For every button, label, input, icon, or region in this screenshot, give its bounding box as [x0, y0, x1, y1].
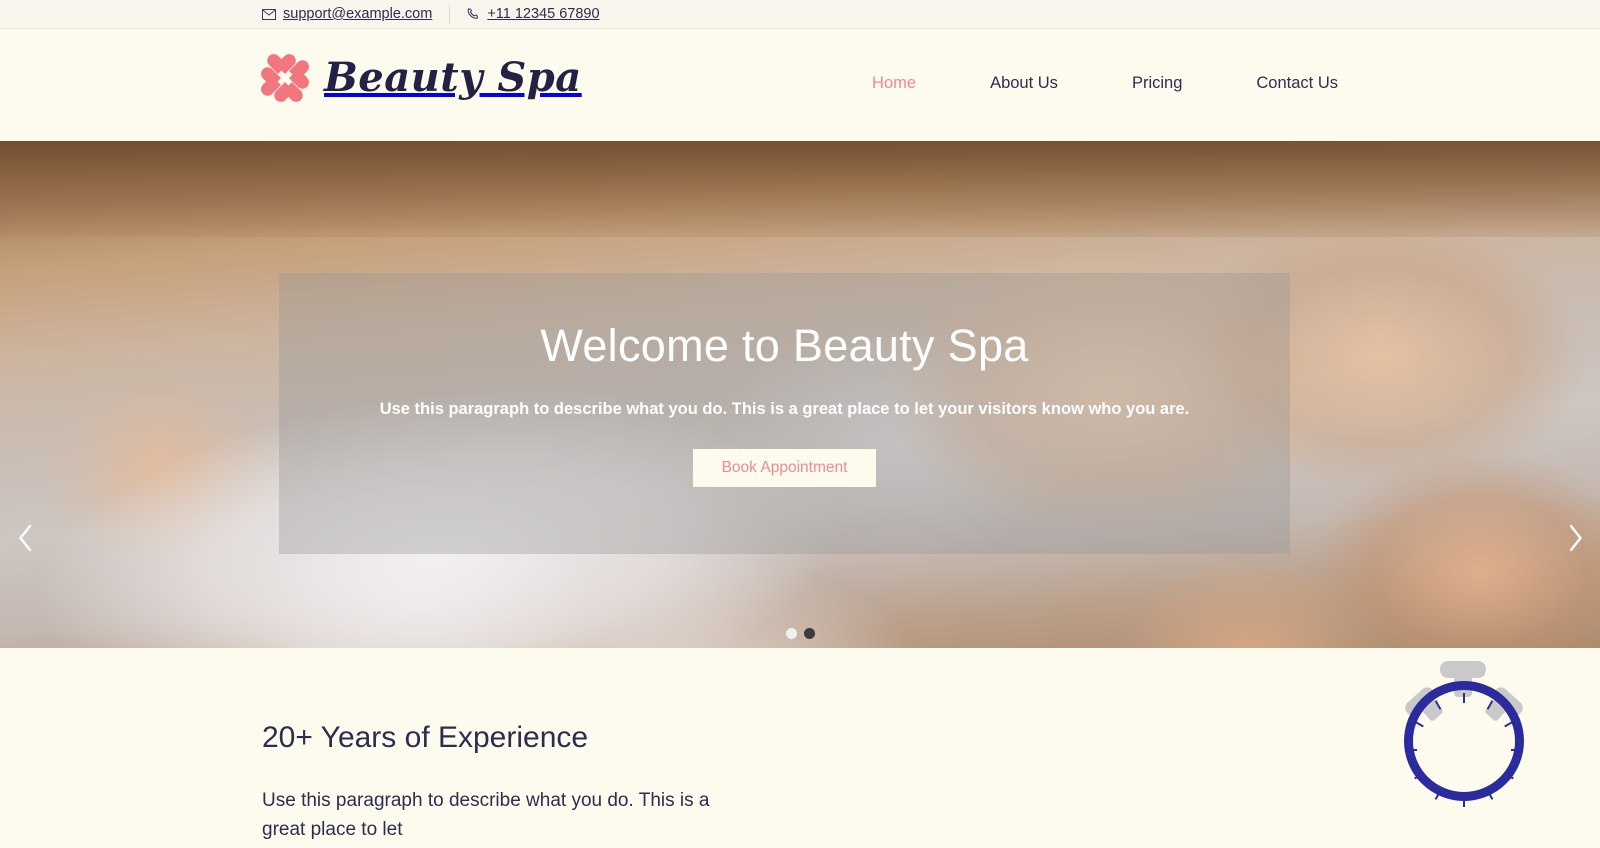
contact-email[interactable]: support@example.com: [262, 7, 432, 22]
carousel-dot-2[interactable]: [803, 628, 815, 639]
carousel-prev-button[interactable]: [8, 521, 42, 555]
site-header: Beauty Spa Home About Us Pricing Contact…: [0, 29, 1600, 141]
topbar-divider: [449, 4, 451, 24]
about-text-block: 20+ Years of Experience Use this paragra…: [262, 720, 732, 845]
carousel-next-button[interactable]: [1558, 521, 1592, 555]
top-utility-bar: support@example.com +11 12345 67890: [0, 0, 1600, 29]
about-section: 20+ Years of Experience Use this paragra…: [0, 648, 1600, 848]
page-root: support@example.com +11 12345 67890 Beau…: [0, 0, 1600, 848]
contact-phone[interactable]: +11 12345 67890: [467, 5, 600, 22]
carousel-indicators: [0, 628, 1600, 639]
nav-item-home[interactable]: Home: [835, 75, 953, 92]
brand-name: Beauty Spa: [324, 54, 582, 101]
contact-phone-text: +11 12345 67890: [487, 5, 600, 22]
phone-icon: [467, 7, 480, 21]
hero-subtitle: Use this paragraph to describe what you …: [379, 399, 1190, 418]
chevron-left-icon: [17, 524, 34, 552]
about-heading: 20+ Years of Experience: [262, 721, 589, 754]
book-appointment-button[interactable]: Book Appointment: [693, 448, 876, 487]
nav-item-about-us[interactable]: About Us: [953, 75, 1095, 92]
carousel-dot-1[interactable]: [785, 628, 797, 639]
chevron-right-icon: [1567, 524, 1584, 552]
main-navigation: Home About Us Pricing Contact Us: [835, 75, 1338, 92]
hero-title: Welcome to Beauty Spa: [540, 320, 1029, 371]
brand-logo-link[interactable]: Beauty Spa: [262, 55, 582, 101]
contact-email-text: support@example.com: [283, 5, 433, 22]
envelope-icon: [262, 8, 276, 20]
nav-item-contact-us[interactable]: Contact Us: [1219, 75, 1338, 92]
hero-content-panel: Welcome to Beauty Spa Use this paragraph…: [279, 273, 1290, 554]
about-paragraph: Use this paragraph to describe what you …: [262, 790, 710, 841]
four-heart-clover-icon: [262, 55, 308, 101]
nav-item-pricing[interactable]: Pricing: [1095, 75, 1219, 92]
hero-carousel: Welcome to Beauty Spa Use this paragraph…: [0, 141, 1600, 648]
